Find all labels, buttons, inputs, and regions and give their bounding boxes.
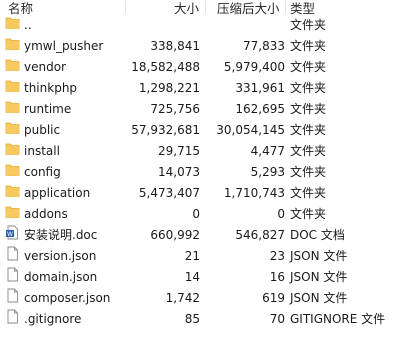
- file-size: 0: [192, 207, 200, 221]
- file-size: 1,742: [165, 291, 200, 305]
- file-type: JSON 文件: [290, 291, 348, 305]
- file-type: 文件夹: [290, 186, 327, 200]
- column-divider[interactable]: [285, 0, 286, 14]
- file-icon: [5, 246, 20, 261]
- file-size: 1,298,221: [138, 81, 200, 95]
- word-doc-icon: W: [5, 225, 20, 240]
- file-name: domain.json: [24, 270, 98, 284]
- file-size: 338,841: [150, 39, 200, 53]
- file-size: 660,992: [150, 228, 200, 242]
- folder-icon: [5, 120, 20, 135]
- file-name: public: [24, 123, 61, 137]
- file-type: DOC 文档: [290, 228, 345, 242]
- file-compressed-size: 23: [269, 249, 285, 263]
- folder-icon: [5, 57, 20, 72]
- file-type: 文件夹: [290, 18, 327, 32]
- file-size: 18,582,488: [131, 60, 200, 74]
- svg-text:W: W: [7, 231, 13, 238]
- file-row[interactable]: config 14,073 5,293 文件夹: [0, 162, 405, 183]
- file-compressed-size: 70: [269, 312, 285, 326]
- file-name: version.json: [24, 249, 97, 263]
- folder-icon: [5, 78, 20, 93]
- file-name: addons: [24, 207, 68, 221]
- file-type: GITIGNORE 文件: [290, 312, 386, 326]
- file-row[interactable]: vendor 18,582,488 5,979,400 文件夹: [0, 57, 405, 78]
- column-divider[interactable]: [205, 0, 206, 14]
- folder-icon: [5, 99, 20, 114]
- file-name: .gitignore: [24, 312, 82, 326]
- file-compressed-size: 0: [277, 207, 285, 221]
- file-row[interactable]: .gitignore 85 70 GITIGNORE 文件: [0, 309, 405, 330]
- folder-icon: [5, 15, 20, 30]
- file-name: vendor: [24, 60, 66, 74]
- folder-icon: [5, 204, 20, 219]
- folder-icon: [5, 183, 20, 198]
- file-type: 文件夹: [290, 102, 327, 116]
- file-row[interactable]: version.json 21 23 JSON 文件: [0, 246, 405, 267]
- column-header: 名称 大小 压缩后大小 类型: [0, 0, 405, 16]
- column-divider[interactable]: [125, 0, 126, 14]
- file-row[interactable]: public 57,932,681 30,054,145 文件夹: [0, 120, 405, 141]
- file-compressed-size: 5,979,400: [223, 60, 285, 74]
- file-icon: [5, 309, 20, 324]
- file-row[interactable]: ymwl_pusher 338,841 77,833 文件夹: [0, 36, 405, 57]
- file-size: 85: [184, 312, 200, 326]
- file-name: install: [24, 144, 60, 158]
- file-compressed-size: 77,833: [243, 39, 285, 53]
- file-size: 5,473,407: [138, 186, 200, 200]
- file-size: 57,932,681: [131, 123, 200, 137]
- file-row[interactable]: install 29,715 4,477 文件夹: [0, 141, 405, 162]
- file-name: 安装说明.doc: [24, 228, 98, 242]
- file-compressed-size: 30,054,145: [216, 123, 285, 137]
- file-type: 文件夹: [290, 60, 327, 74]
- file-type: JSON 文件: [290, 249, 348, 263]
- file-type: 文件夹: [290, 123, 327, 137]
- file-name: composer.json: [24, 291, 111, 305]
- folder-icon: [5, 141, 20, 156]
- file-row[interactable]: W 安装说明.doc 660,992 546,827 DOC 文档: [0, 225, 405, 246]
- file-compressed-size: 5,293: [250, 165, 285, 179]
- file-row[interactable]: domain.json 14 16 JSON 文件: [0, 267, 405, 288]
- file-name: application: [24, 186, 91, 200]
- file-compressed-size: 1,710,743: [223, 186, 285, 200]
- file-row[interactable]: .. 文件夹: [0, 15, 405, 36]
- file-type: JSON 文件: [290, 270, 348, 284]
- file-type: 文件夹: [290, 165, 327, 179]
- file-icon: [5, 288, 20, 303]
- file-row[interactable]: addons 0 0 文件夹: [0, 204, 405, 225]
- file-compressed-size: 162,695: [235, 102, 285, 116]
- file-row[interactable]: application 5,473,407 1,710,743 文件夹: [0, 183, 405, 204]
- file-name: ..: [24, 18, 32, 32]
- file-type: 文件夹: [290, 144, 327, 158]
- file-row[interactable]: thinkphp 1,298,221 331,961 文件夹: [0, 78, 405, 99]
- file-compressed-size: 619: [262, 291, 285, 305]
- file-icon: [5, 267, 20, 282]
- file-name: ymwl_pusher: [24, 39, 104, 53]
- file-name: config: [24, 165, 61, 179]
- file-name: runtime: [24, 102, 72, 116]
- file-size: 21: [184, 249, 200, 263]
- file-size: 29,715: [158, 144, 200, 158]
- file-row[interactable]: composer.json 1,742 619 JSON 文件: [0, 288, 405, 309]
- file-name: thinkphp: [24, 81, 78, 95]
- file-size: 725,756: [150, 102, 200, 116]
- file-compressed-size: 331,961: [235, 81, 285, 95]
- file-compressed-size: 4,477: [250, 144, 285, 158]
- file-compressed-size: 16: [269, 270, 285, 284]
- file-type: 文件夹: [290, 39, 327, 53]
- file-type: 文件夹: [290, 207, 327, 221]
- file-type: 文件夹: [290, 81, 327, 95]
- folder-icon: [5, 162, 20, 177]
- file-size: 14,073: [158, 165, 200, 179]
- file-size: 14: [184, 270, 200, 284]
- file-row[interactable]: runtime 725,756 162,695 文件夹: [0, 99, 405, 120]
- folder-icon: [5, 36, 20, 51]
- file-compressed-size: 546,827: [235, 228, 285, 242]
